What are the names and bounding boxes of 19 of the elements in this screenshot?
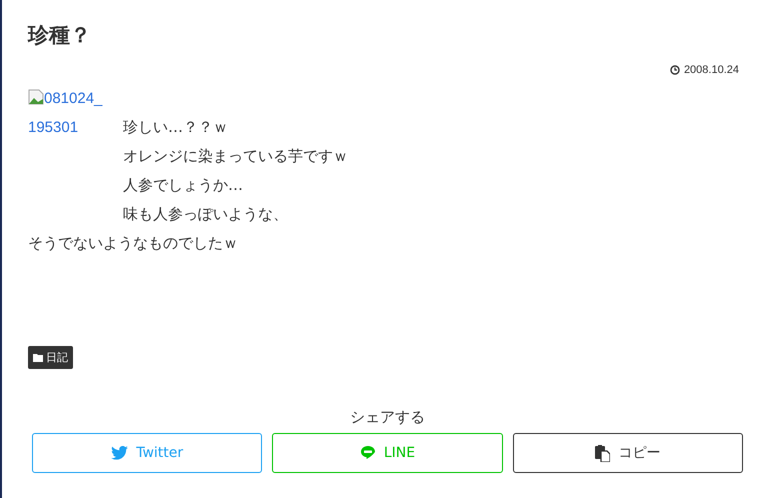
clipboard-icon [595,444,610,462]
category-tag[interactable]: 日記 [28,346,73,369]
broken-image-icon [28,89,44,105]
image-link[interactable]: 081024_195301 [28,84,106,142]
share-heading: シェアする [350,407,425,428]
copy-button[interactable]: コピー [512,433,743,473]
clock-icon [670,65,680,75]
body-text: 味も人参っぽいような、 [123,204,289,225]
body-text: 人参でしょうか… [123,175,244,196]
bird-icon [111,446,128,460]
date-text: 2008.10.24 [684,64,739,76]
chat-bubble-icon [360,445,376,461]
category-label: 日記 [46,350,68,365]
body-text: オレンジに染まっている芋ですｗ [123,146,348,167]
folder-icon [33,353,43,362]
post-title: 珍種？ [28,22,92,49]
share-button[interactable]: Twitter [32,433,262,473]
body-text: そうでないようなものでしたｗ [28,233,239,254]
body-text: 珍しい…？？ｗ [123,117,229,138]
